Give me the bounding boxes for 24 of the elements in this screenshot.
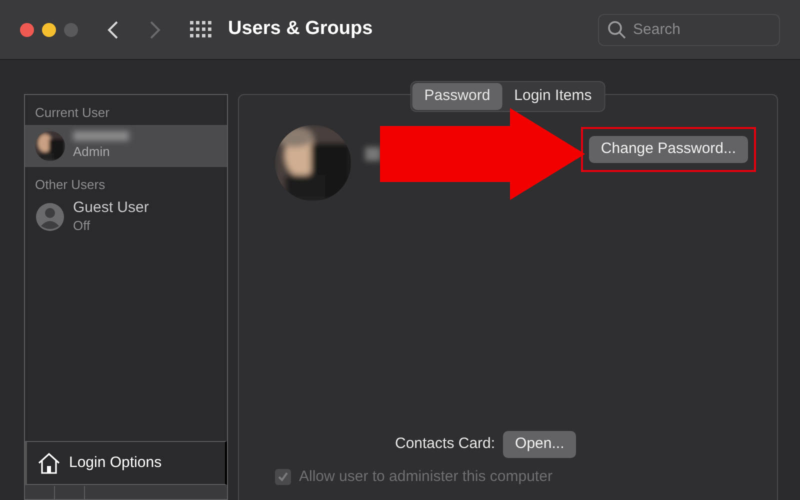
minimize-button[interactable] — [42, 22, 56, 36]
window-title: Users & Groups — [228, 17, 373, 42]
redacted-name — [365, 147, 381, 161]
search-icon — [607, 20, 627, 40]
user-role: Admin — [73, 145, 111, 160]
tab[interactable]: Login Items — [502, 83, 604, 110]
user-name: Guest User — [73, 200, 149, 216]
contacts-card-label: Contacts Card: — [395, 434, 496, 454]
user-row[interactable]: Guest User Off — [25, 196, 227, 238]
user-role: Off — [73, 219, 92, 234]
close-button[interactable] — [20, 22, 34, 36]
section-header: Other Users — [34, 176, 106, 194]
user-silhouette-icon — [35, 202, 65, 232]
house-icon — [37, 452, 61, 474]
redacted-name — [73, 131, 129, 142]
change-password-button[interactable]: Change Password... — [588, 136, 748, 162]
section-header: Current User — [34, 104, 110, 122]
open-button[interactable]: Open... — [503, 431, 576, 458]
tab[interactable]: Password — [412, 83, 502, 110]
grid-icon[interactable] — [190, 19, 212, 40]
checkbox-label: Allow user to administer this computer — [299, 466, 552, 486]
user-row[interactable]: Admin — [25, 124, 227, 166]
search-field[interactable]: Search — [598, 14, 780, 46]
arrow-icon — [380, 108, 585, 200]
